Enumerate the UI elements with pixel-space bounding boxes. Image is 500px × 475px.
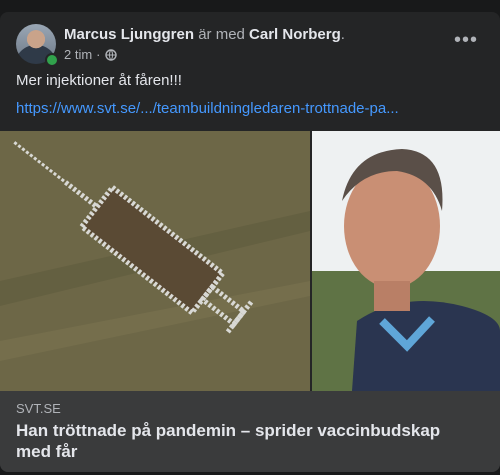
post-text: Mer injektioner åt fåren!!! <box>16 72 182 89</box>
link-preview-media[interactable] <box>0 131 500 391</box>
link-domain: SVT.SE <box>16 401 61 416</box>
tag-suffix: . <box>340 26 345 43</box>
online-status-dot <box>45 53 59 67</box>
tagged-person[interactable]: Carl Norberg <box>249 26 341 43</box>
post-author-line: Marcus Ljunggren är med Carl Norberg. <box>64 26 345 43</box>
link-preview-card[interactable]: SVT.SE Han tröttnade på pandemin – sprid… <box>0 391 500 472</box>
interview-portrait-image[interactable] <box>312 131 500 391</box>
post-meta: 2 tim · <box>64 47 117 62</box>
meta-separator: · <box>96 47 101 62</box>
globe-icon[interactable] <box>104 48 117 61</box>
feed-post: Marcus Ljunggren är med Carl Norberg. 2 … <box>0 12 500 472</box>
author-name[interactable]: Marcus Ljunggren <box>64 26 194 43</box>
sheep-syringe-aerial-image[interactable] <box>0 131 310 391</box>
with-text: är med <box>198 26 245 43</box>
post-link[interactable]: https://www.svt.se/.../teambuildningleda… <box>16 100 399 117</box>
post-timestamp[interactable]: 2 tim <box>64 47 92 62</box>
more-options-button[interactable]: ••• <box>452 30 480 52</box>
post-header: Marcus Ljunggren är med Carl Norberg. 2 … <box>16 24 484 68</box>
link-headline[interactable]: Han tröttnade på pandemin – sprider vacc… <box>16 420 476 462</box>
